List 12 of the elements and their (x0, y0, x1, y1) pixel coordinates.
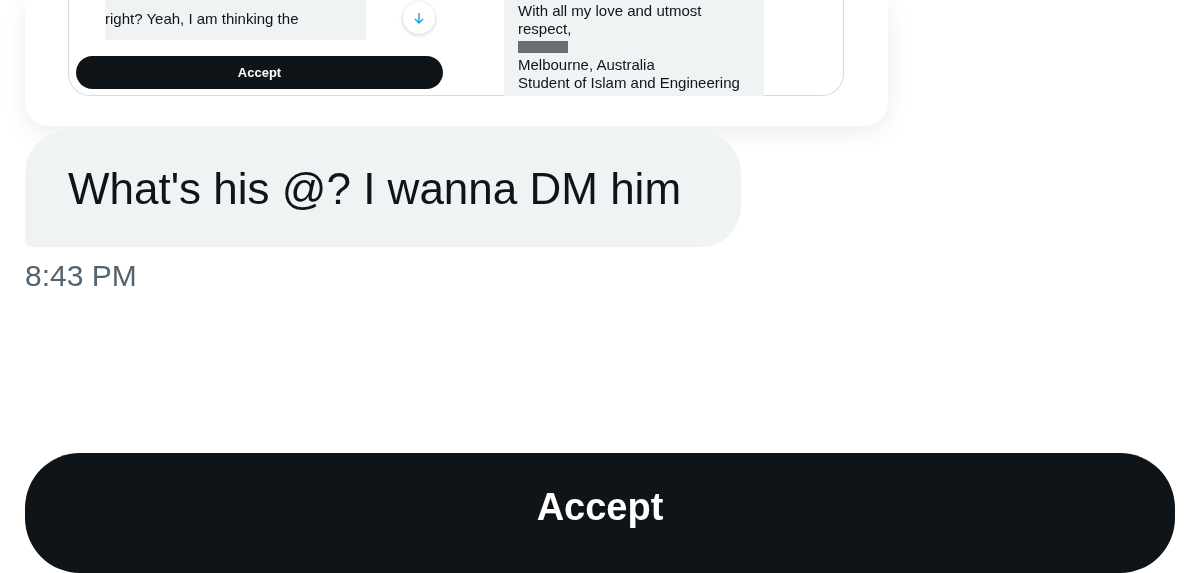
accept-button[interactable]: Accept (25, 453, 1175, 573)
letter-text: Student of Islam and Engineering (518, 74, 741, 92)
letter-text: With all my love and utmost (518, 2, 703, 20)
accept-button[interactable]: Accept (76, 56, 443, 89)
letter-text: Melbourne, Australia (518, 56, 656, 74)
message-text: right? Yeah, I am thinking the (105, 10, 300, 28)
message-text: What's his @? I wanna DM him (68, 164, 682, 215)
message-time: 8:43 PM (25, 259, 138, 293)
letter-text: respect, (518, 20, 573, 38)
scroll-down-button[interactable] (403, 2, 435, 34)
redacted-block (518, 41, 568, 53)
down-arrow-icon (413, 12, 425, 24)
